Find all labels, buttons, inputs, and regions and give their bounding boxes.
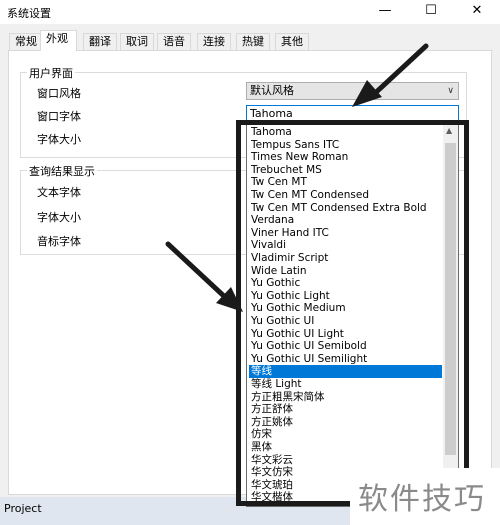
arrow-right-icon <box>165 241 243 312</box>
tab-appearance[interactable]: 外观 <box>40 30 77 51</box>
arrow-down-icon <box>352 43 429 107</box>
annotation-arrows <box>165 43 429 312</box>
watermark: 软件技巧 <box>350 468 500 525</box>
watermark-text: 软件技巧 <box>358 482 486 517</box>
